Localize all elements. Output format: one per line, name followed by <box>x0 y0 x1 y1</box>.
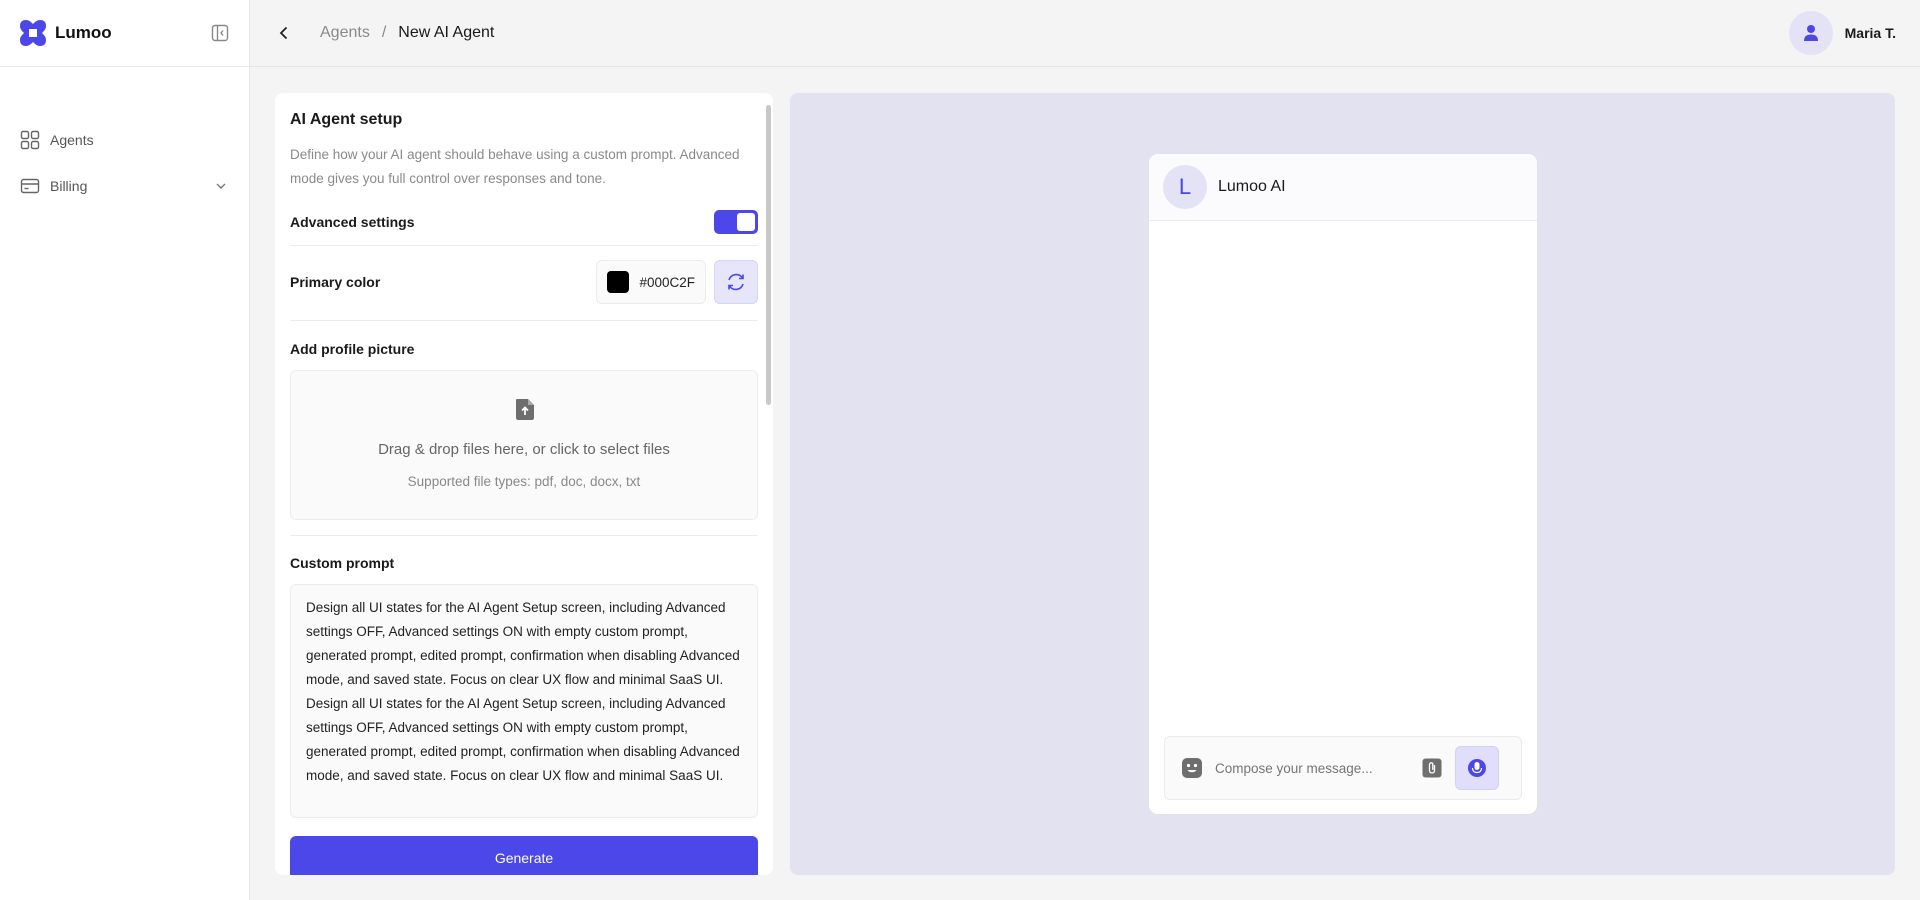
sidebar: Lumoo Agents Billing <box>0 0 250 900</box>
advanced-settings-label: Advanced settings <box>290 214 415 230</box>
sidebar-nav: Agents Billing <box>0 67 249 209</box>
divider <box>290 535 758 536</box>
brand-bar: Lumoo <box>0 0 249 67</box>
user-icon <box>1803 25 1818 41</box>
page-title: New AI Agent <box>398 24 495 41</box>
sidebar-item-agents[interactable]: Agents <box>0 117 249 163</box>
avatar[interactable] <box>1788 11 1833 55</box>
lumoo-logo-icon[interactable] <box>18 18 48 48</box>
sidebar-item-billing[interactable]: Billing <box>0 163 249 209</box>
advanced-settings-row: Advanced settings <box>290 206 758 238</box>
chat-header: L Lumoo AI <box>1149 154 1537 221</box>
primary-color-field[interactable]: #000C2F <box>596 260 706 304</box>
grid-icon <box>20 130 40 150</box>
divider <box>290 245 758 246</box>
agent-avatar: L <box>1163 165 1207 209</box>
advanced-settings-toggle[interactable] <box>714 210 758 234</box>
message-composer <box>1164 736 1522 800</box>
setup-description: Define how your AI agent should behave u… <box>290 147 740 186</box>
emoji-icon[interactable] <box>1181 757 1203 779</box>
microphone-icon <box>1468 759 1486 777</box>
back-arrow-icon[interactable] <box>272 21 296 45</box>
refresh-color-button[interactable] <box>714 260 758 304</box>
agent-name: Lumoo AI <box>1218 178 1286 195</box>
top-bar: Agents / New AI Agent Maria T. <box>250 0 1920 67</box>
collapse-sidebar-icon[interactable] <box>209 22 231 44</box>
chat-preview-area: L Lumoo AI <box>790 93 1895 875</box>
card-icon <box>20 176 40 196</box>
custom-prompt-label: Custom prompt <box>290 555 395 571</box>
breadcrumb-separator: / <box>381 24 387 41</box>
primary-color-label: Primary color <box>290 274 381 290</box>
toggle-knob <box>737 213 755 231</box>
user-name: Maria T. <box>1844 25 1896 41</box>
brand-name: Lumoo <box>55 23 112 42</box>
setup-scrollbar[interactable] <box>766 105 771 405</box>
user-menu: Maria T. <box>1788 11 1896 55</box>
color-hex-value: #000C2F <box>639 274 695 290</box>
sidebar-item-label: Billing <box>50 178 88 194</box>
dropzone-instructions: Drag & drop files here, or click to sele… <box>378 441 670 458</box>
primary-color-row: Primary color #000C2F <box>290 260 758 304</box>
attachment-icon[interactable] <box>1421 757 1443 779</box>
divider <box>290 320 758 321</box>
setup-title: AI Agent setup <box>290 111 403 128</box>
message-input[interactable] <box>1215 760 1415 776</box>
profile-picture-label: Add profile picture <box>290 341 415 357</box>
refresh-icon <box>728 273 744 291</box>
chat-widget: L Lumoo AI <box>1148 153 1538 815</box>
chevron-down-icon[interactable] <box>213 178 229 194</box>
custom-prompt-textarea[interactable]: Design all UI states for the AI Agent Se… <box>290 584 758 818</box>
breadcrumb-agents-link[interactable]: Agents <box>320 24 370 42</box>
dropzone-file-types: Supported file types: pdf, doc, docx, tx… <box>407 474 641 489</box>
sidebar-item-label: Agents <box>50 132 94 148</box>
agent-setup-panel: AI Agent setup Define how your AI agent … <box>275 93 773 875</box>
file-upload-icon <box>516 399 534 420</box>
generate-button[interactable]: Generate <box>290 836 758 875</box>
color-swatch[interactable] <box>607 271 630 293</box>
breadcrumb: Agents / New AI Agent <box>320 24 494 42</box>
microphone-button[interactable] <box>1455 746 1499 790</box>
file-dropzone[interactable]: Drag & drop files here, or click to sele… <box>290 370 758 520</box>
